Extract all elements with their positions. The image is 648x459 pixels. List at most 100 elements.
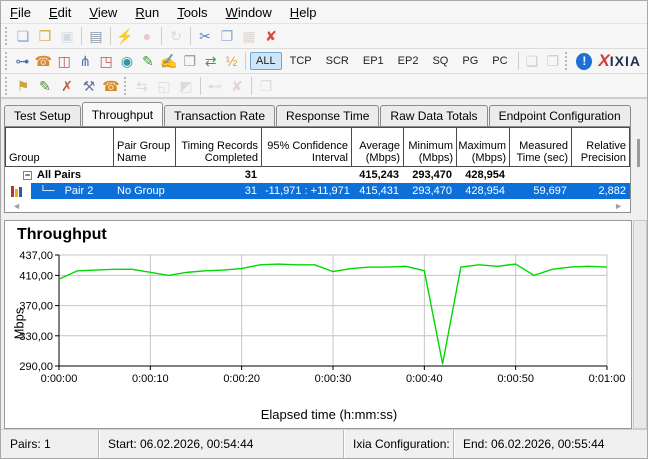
cut-icon[interactable]: ✂ [194, 26, 216, 46]
toolbar-grip[interactable] [5, 77, 8, 95]
scroll-left-icon[interactable]: ◄ [12, 201, 21, 211]
toolbar-test: ⚑ ✎ ✗ ⚒ ☎ ⇆ ◱ ◩ ⊷ ✘ ❒ [1, 74, 647, 99]
table-horizontal-scrollbar[interactable]: ◄ ► [5, 199, 630, 212]
filter-ep1-button[interactable]: EP1 [357, 52, 390, 70]
chart-vertical-scrollbar[interactable] [633, 220, 647, 429]
menu-view[interactable]: View [80, 3, 126, 22]
paste-icon[interactable]: ▦ [238, 26, 260, 46]
send-results-icon[interactable]: ❏ [522, 51, 543, 71]
results-tab-bar: Test Setup Throughput Transaction Rate R… [1, 99, 647, 126]
toolbar-grip[interactable] [565, 52, 568, 70]
ixia-logo-x: X [598, 51, 609, 71]
col-header-group[interactable]: Group [5, 127, 113, 167]
tab-transaction-rate[interactable]: Transaction Rate [164, 105, 275, 126]
pane-splitter[interactable] [1, 213, 647, 220]
add-multicast-pair-icon[interactable]: ⋔ [75, 51, 96, 71]
add-pair-icon[interactable]: ⊶ [12, 51, 33, 71]
pair2-timing-records: 31 [175, 185, 261, 197]
toolbar-separator [518, 52, 519, 70]
col-header-confidence[interactable]: 95% Confidence Interval [261, 127, 351, 167]
col-header-relative-precision[interactable]: Relative Precision [571, 127, 630, 167]
pair2-confidence: -11,971 : +11,971 [261, 185, 351, 197]
refresh-icon[interactable]: ↻ [165, 26, 187, 46]
toolbar-grip[interactable] [124, 77, 127, 95]
menu-window[interactable]: Window [217, 3, 281, 22]
replicate-pair-icon[interactable]: ❐ [179, 51, 200, 71]
new-document-icon[interactable]: ❏ [12, 26, 34, 46]
col-header-pair-group-name[interactable]: Pair Group Name [113, 127, 175, 167]
verify-links-icon[interactable]: ◩ [175, 76, 197, 96]
add-hardware-pair-icon[interactable]: ◉ [117, 51, 138, 71]
table-row-all-pairs[interactable]: −All Pairs 31 415,243 293,470 428,954 [5, 167, 630, 183]
disconnect-pairs-icon[interactable]: ✘ [226, 76, 248, 96]
add-video-multicast-pair-icon[interactable]: ◳ [96, 51, 117, 71]
tab-test-setup[interactable]: Test Setup [4, 105, 81, 126]
link-endpoints-icon[interactable]: ⇆ [131, 76, 153, 96]
edit-pair-icon[interactable]: ✎ [137, 51, 158, 71]
test-options-flag-icon[interactable]: ⚒ [78, 76, 100, 96]
print-icon[interactable]: ▤ [85, 26, 107, 46]
filter-pg-button[interactable]: PG [456, 52, 484, 70]
swap-endpoints-icon[interactable]: ⇄ [200, 51, 221, 71]
all-pairs-minimum: 293,470 [403, 169, 456, 181]
table-vertical-scrollbar[interactable] [637, 139, 640, 167]
toolbar-grip[interactable] [5, 27, 8, 45]
connect-pairs-icon[interactable]: ⊷ [204, 76, 226, 96]
toolbar-separator [190, 27, 191, 45]
ixia-logo: X IXIA [598, 51, 641, 71]
delete-test-flag-icon[interactable]: ✗ [56, 76, 78, 96]
filter-all-button[interactable]: ALL [250, 52, 282, 70]
filter-scr-button[interactable]: SCR [320, 52, 355, 70]
tab-endpoint-configuration[interactable]: Endpoint Configuration [489, 105, 631, 126]
edit-test-flag-icon[interactable]: ✎ [34, 76, 56, 96]
table-header-row: Group Pair Group Name Timing Records Com… [5, 127, 630, 167]
filter-sq-button[interactable]: SQ [426, 52, 454, 70]
tab-throughput[interactable]: Throughput [82, 102, 163, 126]
delete-icon[interactable]: ✘ [260, 26, 282, 46]
tab-raw-data-totals[interactable]: Raw Data Totals [380, 105, 487, 126]
table-row-pair-2[interactable]: └─ Pair 2 No Group 31 -11,971 : +11,971 … [5, 183, 630, 199]
toolbar-separator [110, 27, 111, 45]
menu-file[interactable]: File [1, 3, 40, 22]
scroll-right-icon[interactable]: ► [614, 201, 623, 211]
pair-chart-icon [11, 185, 25, 197]
filter-pc-button[interactable]: PC [486, 52, 513, 70]
stop-test-icon[interactable]: ● [136, 26, 158, 46]
status-bar: Pairs: 1 Start: 06.02.2026, 00:54:44 Ixi… [1, 429, 647, 458]
add-voip-pair-icon[interactable]: ☎ [33, 51, 54, 71]
edit-run-options-icon[interactable]: ✍ [158, 51, 179, 71]
status-ixia-configuration: Ixia Configuration: [344, 430, 454, 458]
ixia-explorer-icon[interactable]: ❐ [542, 51, 563, 71]
col-header-minimum[interactable]: Minimum (Mbps) [403, 127, 456, 167]
col-header-timing-records[interactable]: Timing Records Completed [175, 127, 261, 167]
col-header-maximum[interactable]: Maximum (Mbps) [456, 127, 509, 167]
open-folder-icon[interactable]: ❒ [34, 26, 56, 46]
svg-text:0:00:20: 0:00:20 [223, 373, 260, 385]
save-icon[interactable]: ▣ [56, 26, 78, 46]
collapse-expander-icon[interactable]: − [23, 171, 32, 180]
dial-test-flag-icon[interactable]: ☎ [100, 76, 122, 96]
ixchariot-window: { "menu": { "items": [ {"label":"File"},… [0, 0, 648, 459]
run-test-icon[interactable]: ⚡ [114, 26, 136, 46]
menu-help[interactable]: Help [281, 3, 326, 22]
toolbar-grip[interactable] [5, 52, 8, 70]
filter-ep2-button[interactable]: EP2 [392, 52, 425, 70]
group-pairs-icon[interactable]: ❒ [255, 76, 277, 96]
filter-tcp-button[interactable]: TCP [284, 52, 318, 70]
svg-text:0:00:40: 0:00:40 [406, 373, 443, 385]
toolbar-standard: ❏ ❒ ▣ ▤ ⚡ ● ↻ ✂ ❐ ▦ ✘ [1, 24, 647, 49]
about-ixia-icon[interactable]: ! [576, 53, 592, 70]
resize-pairs-icon[interactable]: ◱ [153, 76, 175, 96]
col-header-measured-time[interactable]: Measured Time (sec) [509, 127, 571, 167]
status-pairs: Pairs: 1 [1, 430, 99, 458]
tab-response-time[interactable]: Response Time [276, 105, 379, 126]
menu-run[interactable]: Run [126, 3, 168, 22]
menu-tools[interactable]: Tools [168, 3, 216, 22]
menu-edit[interactable]: Edit [40, 3, 80, 22]
open-test-flag-icon[interactable]: ⚑ [12, 76, 34, 96]
renumber-pairs-icon[interactable]: ½ [221, 51, 242, 71]
copy-icon[interactable]: ❐ [216, 26, 238, 46]
ixia-logo-text: IXIA [610, 53, 641, 69]
col-header-average[interactable]: Average (Mbps) [351, 127, 403, 167]
add-video-pair-icon[interactable]: ◫ [54, 51, 75, 71]
